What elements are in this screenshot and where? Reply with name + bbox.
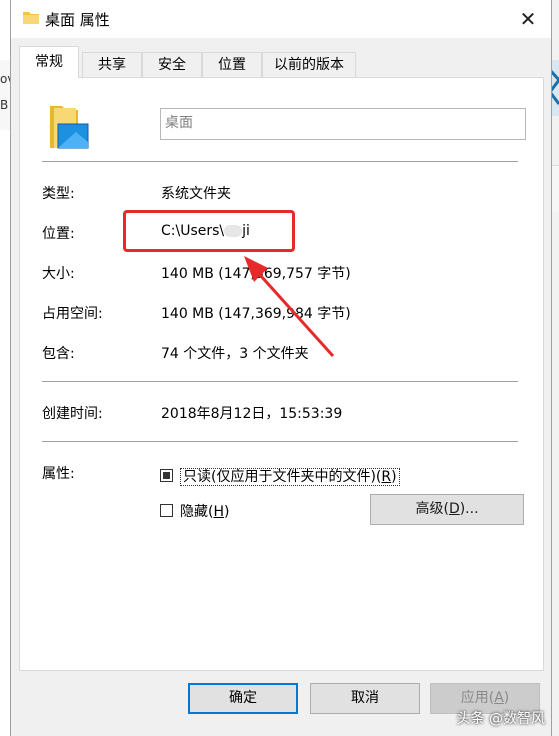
readonly-text: 只读(仅应用于文件夹中的文件)( [183,469,382,485]
contains-label: 包含: [42,346,75,362]
created-value: 2018年8月12日，15:53:39 [161,406,343,422]
hidden-label[interactable]: 隐藏(H) [180,501,229,521]
hidden-checkbox[interactable] [160,504,173,517]
contains-value: 74 个文件，3 个文件夹 [161,346,309,362]
location-label: 位置: [42,226,75,242]
advanced-button[interactable]: 高级(D)... [370,494,524,525]
background-text: B [0,98,9,112]
readonly-checkbox[interactable] [160,469,173,482]
tab-sharing[interactable]: 共享 [82,52,142,77]
folder-icon [23,12,39,24]
disk-size-label: 占用空间: [42,306,103,322]
tab-security[interactable]: 安全 [142,52,202,77]
hidden-text: 隐藏( [180,504,214,520]
divider [42,441,518,442]
hidden-accesskey: H [213,504,224,520]
advanced-text: 高级( [415,501,449,517]
title-bar: 桌面 属性 ✕ [11,0,551,38]
created-label: 创建时间: [42,406,103,422]
advanced-accesskey: D [448,501,460,517]
apply-accesskey: A [494,690,504,706]
type-label: 类型: [42,186,75,202]
watermark: 头条 @数智风 [456,711,545,727]
annotation-highlight-box [123,210,295,252]
background-window-left: ov B [0,60,14,130]
close-icon[interactable]: ✕ [515,6,541,32]
readonly-label[interactable]: 只读(仅应用于文件夹中的文件)(R) [180,466,400,486]
divider [42,381,518,382]
advanced-suffix: )... [459,501,479,517]
tab-location[interactable]: 位置 [202,52,262,77]
apply-text: 应用( [460,690,495,706]
type-value: 系统文件夹 [161,186,231,202]
folder-icon [50,106,89,149]
size-label: 大小: [42,266,75,282]
readonly-accesskey: R [381,469,392,485]
size-value: 140 MB (147,369,757 字节) [161,266,351,282]
window-title: 桌面 属性 [45,11,110,29]
ok-button[interactable]: 确定 [188,683,298,714]
cancel-button[interactable]: 取消 [310,683,420,714]
general-panel: 桌面 类型: 系统文件夹 位置: C:\Users\ ji 大小: 140 MB … [19,77,544,671]
folder-name-input[interactable]: 桌面 [160,108,526,140]
tab-general[interactable]: 常规 [19,46,79,78]
properties-dialog: 桌面 属性 ✕ 常规 共享 安全 位置 以前的版本 桌面 类型: 系统文件夹 位… [10,0,552,736]
attributes-label: 属性: [42,466,75,482]
tab-previous-versions[interactable]: 以前的版本 [262,52,356,77]
divider [42,161,518,162]
disk-size-value: 140 MB (147,369,984 字节) [161,306,351,322]
